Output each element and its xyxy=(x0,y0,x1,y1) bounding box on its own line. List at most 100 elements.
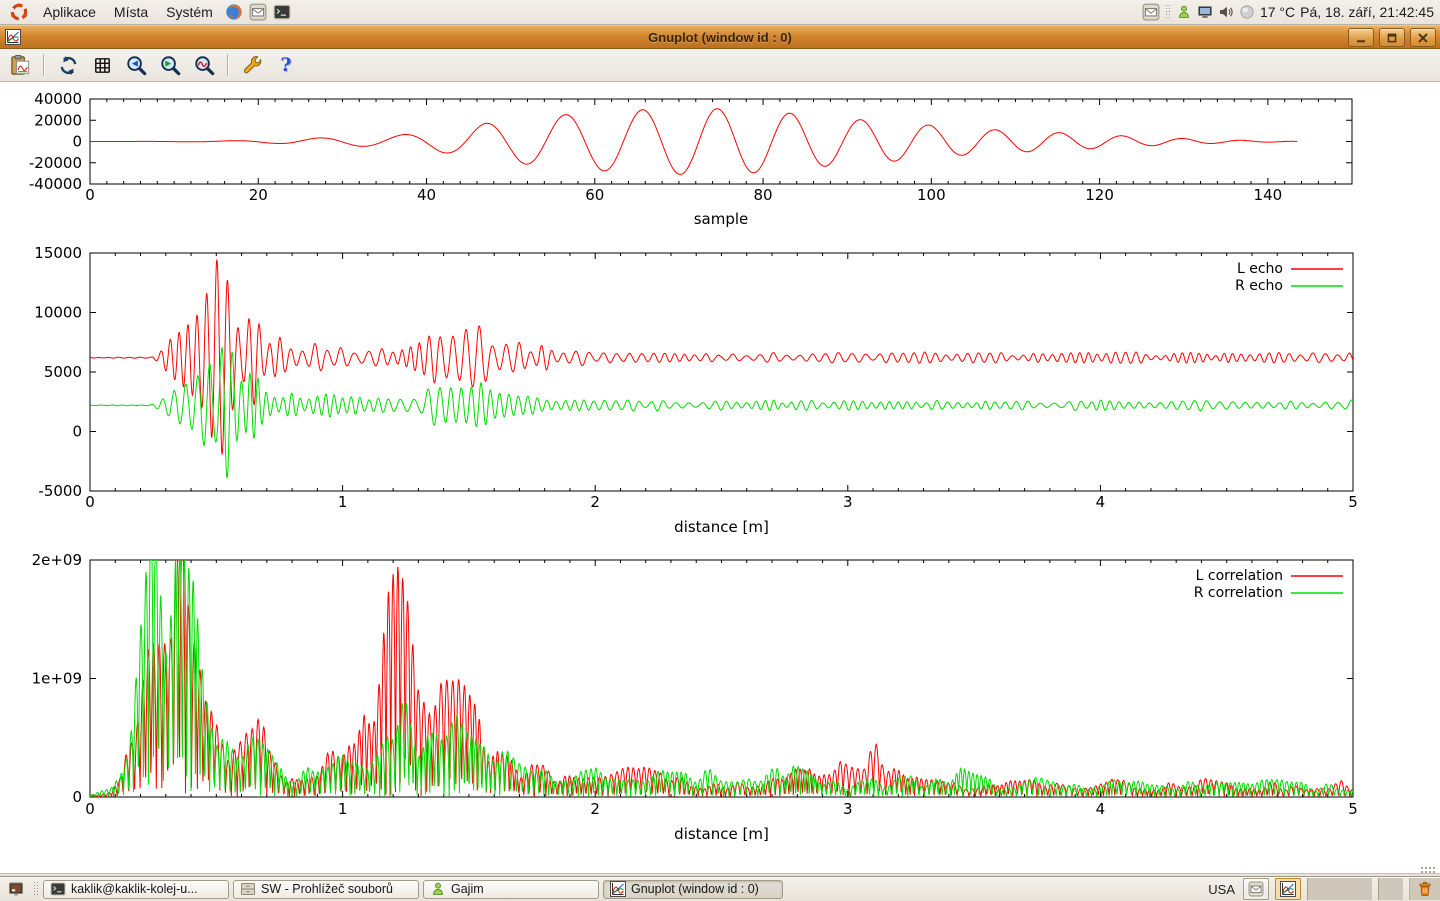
x-tick-label: 5 xyxy=(1348,493,1358,511)
trash-icon xyxy=(1417,881,1433,897)
zoom-previous-icon xyxy=(125,54,148,77)
window-resize-grip[interactable] xyxy=(1420,866,1436,873)
copy-to-clipboard-button[interactable] xyxy=(6,52,34,79)
launcher-mail[interactable] xyxy=(246,0,270,24)
series-group xyxy=(90,109,1297,175)
window-buttons xyxy=(1348,28,1436,47)
legend-label: R echo xyxy=(1235,278,1283,294)
launcher-firefox[interactable] xyxy=(222,0,246,24)
panel-tray: 17 °C Pá, 18. září, 21:42:45 xyxy=(1142,0,1440,24)
ubuntu-main-menu[interactable] xyxy=(4,0,34,24)
y-tick-label: -20000 xyxy=(29,154,82,172)
x-tick-label: 3 xyxy=(843,800,853,818)
task-label: Gnuplot (window id : 0) xyxy=(631,882,759,896)
temperature-indicator[interactable]: 17 °C xyxy=(1260,4,1295,20)
y-tick-label: 15000 xyxy=(34,244,82,262)
notification-area xyxy=(1307,878,1372,900)
keyboard-layout-indicator[interactable]: USA xyxy=(1208,882,1235,897)
task-label: SW - Prohlížeč souborů xyxy=(261,882,393,896)
task-gnuplot[interactable]: Gnuplot (window id : 0) xyxy=(603,880,783,899)
task-terminal[interactable]: kaklik@kaklik-kolej-u... xyxy=(43,880,229,899)
tray-gnuplot-button[interactable] xyxy=(1275,878,1301,900)
zoom-next-icon xyxy=(159,54,182,77)
window-title: Gnuplot (window id : 0) xyxy=(0,30,1440,45)
x-tick-label: 40 xyxy=(417,186,436,204)
y-tick-label: 0 xyxy=(72,788,82,806)
zoom-all-button[interactable] xyxy=(190,52,218,79)
maximize-button[interactable] xyxy=(1379,28,1405,47)
grid-icon xyxy=(91,54,114,77)
menu-system[interactable]: Systém xyxy=(157,0,222,24)
y-tick-label: 5000 xyxy=(44,363,82,381)
replot-button[interactable] xyxy=(54,52,82,79)
taskbar: kaklik@kaklik-kolej-u... SW - Prohlížeč … xyxy=(0,876,1440,901)
menu-system-label: Systém xyxy=(166,4,213,20)
correlation-chart[interactable]: 01234501e+092e+09distance [m]L correlati… xyxy=(32,551,1358,843)
menu-aplikace[interactable]: Aplikace xyxy=(34,0,105,24)
x-tick-label: 1 xyxy=(338,800,348,818)
toggle-grid-button[interactable] xyxy=(88,52,116,79)
gnuplot-icon xyxy=(610,881,626,897)
x-tick-label: 4 xyxy=(1096,800,1106,818)
x-tick-label: 0 xyxy=(85,186,95,204)
menu-mista[interactable]: Místa xyxy=(105,0,157,24)
refresh-icon xyxy=(57,54,80,77)
task-label: kaklik@kaklik-kolej-u... xyxy=(71,882,198,896)
show-desktop-button[interactable] xyxy=(3,878,29,900)
settings-button[interactable] xyxy=(238,52,266,79)
x-tick-label: 5 xyxy=(1348,800,1358,818)
toolbar-separator xyxy=(43,54,45,76)
help-button[interactable]: ? xyxy=(272,52,300,79)
x-tick-label: 120 xyxy=(1085,186,1114,204)
legend-label: L correlation xyxy=(1196,568,1283,584)
task-gajim[interactable]: Gajim xyxy=(423,880,599,899)
plot-border xyxy=(90,560,1353,797)
x-tick-label: 100 xyxy=(917,186,946,204)
x-tick-label: 1 xyxy=(338,493,348,511)
clock[interactable]: Pá, 18. září, 21:42:45 xyxy=(1300,4,1434,20)
close-icon xyxy=(1417,32,1429,44)
menu-aplikace-label: Aplikace xyxy=(43,4,96,20)
maximize-icon xyxy=(1386,32,1398,44)
task-file-manager[interactable]: SW - Prohlížeč souborů xyxy=(233,880,419,899)
task-label: Gajim xyxy=(451,882,484,896)
x-tick-label: 3 xyxy=(843,493,853,511)
mail-notifier-icon[interactable] xyxy=(1142,3,1160,21)
gnuplot-canvas[interactable]: 020406080100120140-40000-200000200004000… xyxy=(0,83,1440,873)
copy-icon xyxy=(9,54,32,77)
sample-waveform-chart[interactable]: 020406080100120140-40000-200000200004000… xyxy=(29,90,1352,228)
minimize-button[interactable] xyxy=(1348,28,1374,47)
tray-mail-button[interactable] xyxy=(1243,878,1269,900)
charts-svg[interactable]: 020406080100120140-40000-200000200004000… xyxy=(0,83,1440,873)
toolbar-separator xyxy=(227,54,229,76)
panel-left: Aplikace Místa Systém xyxy=(0,0,294,24)
weather-icon[interactable] xyxy=(1239,4,1255,20)
x-tick-label: 2 xyxy=(590,800,600,818)
display-icon[interactable] xyxy=(1197,4,1213,20)
tray-grip[interactable] xyxy=(1165,4,1171,20)
series-group xyxy=(90,260,1353,479)
trash-applet[interactable] xyxy=(1409,878,1440,900)
y-tick-label: 40000 xyxy=(34,90,82,108)
y-tick-label: -40000 xyxy=(29,175,82,193)
volume-icon[interactable] xyxy=(1218,4,1234,20)
gajim-person-icon xyxy=(430,881,446,897)
y-tick-label: -5000 xyxy=(38,482,82,500)
echo-chart[interactable]: 012345-5000050001000015000distance [m]L … xyxy=(34,244,1357,536)
gnuplot-icon xyxy=(1280,881,1296,897)
gajim-person-icon[interactable] xyxy=(1176,4,1192,20)
launcher-terminal[interactable] xyxy=(270,0,294,24)
top-panel: Aplikace Místa Systém 17 °C Pá, 18. září… xyxy=(0,0,1440,25)
taskbar-grip[interactable] xyxy=(33,881,39,897)
close-button[interactable] xyxy=(1410,28,1436,47)
x-tick-label: 60 xyxy=(585,186,604,204)
zoom-next-button[interactable] xyxy=(156,52,184,79)
titlebar[interactable]: Gnuplot (window id : 0) xyxy=(0,25,1440,49)
series-chirp-signal xyxy=(90,109,1297,175)
menu-mista-label: Místa xyxy=(114,4,148,20)
zoom-all-icon xyxy=(193,54,216,77)
axis-ticks xyxy=(90,99,1352,184)
terminal-icon xyxy=(50,881,66,897)
series-r-correlation xyxy=(90,560,1353,797)
zoom-previous-button[interactable] xyxy=(122,52,150,79)
